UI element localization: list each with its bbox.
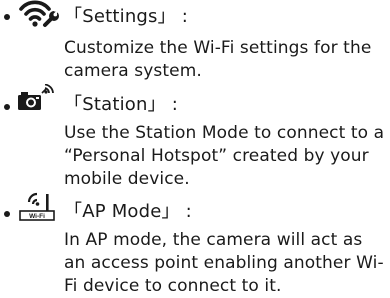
- wifi-settings-icon: [18, 0, 60, 28]
- station-title: 「Station」 :: [64, 94, 178, 115]
- ap-mode-description: In AP mode, the camera will act as an ac…: [64, 230, 384, 296]
- bullet: [4, 211, 10, 217]
- bullet: [4, 14, 10, 20]
- settings-title: 「Settings」 :: [64, 6, 189, 27]
- camera-station-icon: [18, 84, 60, 112]
- settings-description: Customize the Wi-Fi settings for the cam…: [64, 38, 372, 81]
- station-description: Use the Station Mode to connect to a “Pe…: [64, 123, 385, 189]
- wifi-badge-text: Wi-Fi: [29, 213, 45, 220]
- ap-mode-title: 「AP Mode」 :: [64, 201, 192, 222]
- bullet: [4, 104, 10, 110]
- wifi-ap-router-icon: Wi-Fi: [18, 192, 60, 222]
